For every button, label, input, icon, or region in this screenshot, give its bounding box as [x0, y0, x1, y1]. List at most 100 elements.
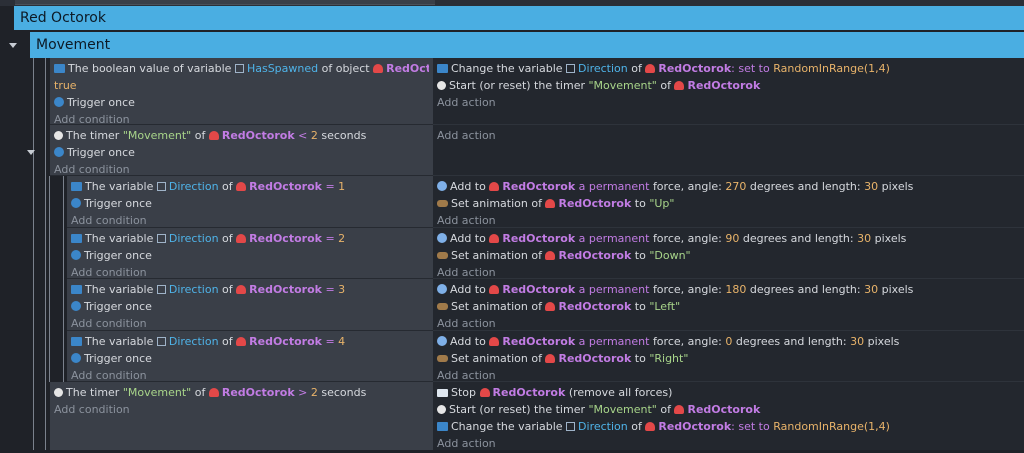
- action-row[interactable]: Stop RedOctorok (remove all forces): [437, 385, 1020, 402]
- actions-panel[interactable]: Add to RedOctorok a permanent force, ang…: [433, 228, 1024, 279]
- red-octorok-icon: [674, 405, 685, 414]
- variable-icon: [71, 234, 82, 243]
- actions-panel[interactable]: Change the variable Direction of RedOcto…: [433, 58, 1024, 125]
- variable-icon: [437, 64, 448, 73]
- subevents-chevron-icon[interactable]: [27, 150, 35, 155]
- condition-row[interactable]: The variable Direction of RedOctorok = 3: [71, 282, 429, 299]
- force-icon: [437, 233, 447, 243]
- tree-line: [45, 58, 46, 450]
- conditions-panel[interactable]: The timer "Movement" of RedOctorok < 2 s…: [50, 125, 433, 176]
- force-icon: [437, 181, 447, 191]
- tree-line: [63, 176, 64, 382]
- tree-line: [49, 176, 50, 382]
- trigger-once-icon: [71, 301, 81, 311]
- condition-row[interactable]: The timer "Movement" of RedOctorok < 2 s…: [54, 128, 429, 145]
- red-octorok-icon: [236, 337, 247, 346]
- group-title: Red Octorok: [20, 10, 106, 26]
- conditions-panel[interactable]: The timer "Movement" of RedOctorok > 2 s…: [50, 382, 433, 450]
- conditions-panel[interactable]: The variable Direction of RedOctorok = 1…: [67, 176, 433, 228]
- action-row[interactable]: Add to RedOctorok a permanent force, ang…: [437, 282, 1020, 299]
- condition-row[interactable]: Trigger once: [54, 95, 429, 112]
- force-icon: [437, 284, 447, 294]
- red-octorok-icon: [236, 285, 247, 294]
- red-octorok-icon: [479, 388, 490, 397]
- condition-row[interactable]: The variable Direction of RedOctorok = 4: [71, 334, 429, 351]
- red-octorok-icon: [645, 422, 656, 431]
- force-icon: [437, 336, 447, 346]
- condition-row[interactable]: Trigger once: [71, 196, 429, 213]
- condition-row[interactable]: The boolean value of variable HasSpawned…: [54, 61, 429, 78]
- add-action-link[interactable]: Add action: [437, 128, 1020, 145]
- variable-icon: [71, 337, 82, 346]
- red-octorok-icon: [236, 182, 247, 191]
- action-row[interactable]: Set animation of RedOctorok to "Left": [437, 299, 1020, 316]
- animation-icon: [437, 303, 448, 310]
- animation-icon: [437, 355, 448, 362]
- collapse-chevron-icon[interactable]: [9, 43, 17, 48]
- trigger-once-icon: [54, 97, 64, 107]
- red-octorok-icon: [645, 64, 656, 73]
- condition-row[interactable]: Trigger once: [71, 299, 429, 316]
- action-row[interactable]: Add to RedOctorok a permanent force, ang…: [437, 334, 1020, 351]
- variable-symbol-icon: [234, 64, 244, 73]
- trigger-once-icon: [71, 198, 81, 208]
- actions-panel[interactable]: Add to RedOctorok a permanent force, ang…: [433, 176, 1024, 228]
- add-condition-link[interactable]: Add condition: [54, 402, 429, 419]
- action-row[interactable]: Change the variable Direction of RedOcto…: [437, 61, 1020, 78]
- red-octorok-icon: [489, 182, 500, 191]
- trigger-once-icon: [71, 250, 81, 260]
- conditions-panel[interactable]: The variable Direction of RedOctorok = 4…: [67, 331, 433, 382]
- scroll-segment: [15, 0, 435, 5]
- condition-row-continued: true: [54, 79, 77, 92]
- variable-icon: [71, 285, 82, 294]
- actions-panel[interactable]: Add action: [433, 125, 1024, 176]
- group-header-red-octorok[interactable]: Red Octorok: [14, 6, 1024, 30]
- add-action-link[interactable]: Add action: [437, 95, 1020, 112]
- red-octorok-icon: [236, 234, 247, 243]
- actions-panel[interactable]: Stop RedOctorok (remove all forces) Star…: [433, 382, 1024, 450]
- action-row[interactable]: Start (or reset) the timer "Movement" of…: [437, 402, 1020, 419]
- action-row[interactable]: Add to RedOctorok a permanent force, ang…: [437, 231, 1020, 248]
- timer-icon: [54, 388, 63, 397]
- timer-icon: [437, 405, 446, 414]
- variable-symbol-icon: [156, 337, 166, 346]
- actions-panel[interactable]: Add to RedOctorok a permanent force, ang…: [433, 331, 1024, 382]
- subgroup-title: Movement: [36, 37, 111, 53]
- conditions-panel[interactable]: The boolean value of variable HasSpawned…: [50, 58, 433, 126]
- animation-icon: [437, 252, 448, 259]
- condition-row[interactable]: The timer "Movement" of RedOctorok > 2 s…: [54, 385, 429, 402]
- red-octorok-icon: [545, 251, 556, 260]
- variable-icon: [71, 182, 82, 191]
- action-row[interactable]: Change the variable Direction of RedOcto…: [437, 419, 1020, 436]
- condition-row[interactable]: The variable Direction of RedOctorok = 1: [71, 179, 429, 196]
- actions-panel[interactable]: Add to RedOctorok a permanent force, ang…: [433, 279, 1024, 331]
- action-row[interactable]: Start (or reset) the timer "Movement" of…: [437, 78, 1020, 95]
- action-row[interactable]: Add to RedOctorok a permanent force, ang…: [437, 179, 1020, 196]
- red-octorok-icon: [208, 388, 219, 397]
- red-octorok-icon: [674, 81, 685, 90]
- action-row[interactable]: Set animation of RedOctorok to "Right": [437, 351, 1020, 368]
- variable-icon: [54, 64, 65, 73]
- red-octorok-icon: [208, 131, 219, 140]
- red-octorok-icon: [489, 285, 500, 294]
- variable-symbol-icon: [566, 422, 576, 431]
- red-octorok-icon: [545, 302, 556, 311]
- condition-row[interactable]: Trigger once: [54, 145, 429, 162]
- stop-icon: [437, 389, 448, 397]
- condition-row[interactable]: Trigger once: [71, 248, 429, 265]
- trigger-once-icon: [71, 353, 81, 363]
- action-row[interactable]: Set animation of RedOctorok to "Up": [437, 196, 1020, 213]
- red-octorok-icon: [489, 337, 500, 346]
- condition-row[interactable]: Trigger once: [71, 351, 429, 368]
- action-row[interactable]: Set animation of RedOctorok to "Down": [437, 248, 1020, 265]
- variable-symbol-icon: [156, 182, 166, 191]
- red-octorok-icon: [373, 64, 384, 73]
- conditions-panel[interactable]: The variable Direction of RedOctorok = 2…: [67, 228, 433, 279]
- conditions-panel[interactable]: The variable Direction of RedOctorok = 3…: [67, 279, 433, 331]
- add-action-link[interactable]: Add action: [437, 436, 1020, 453]
- red-octorok-icon: [545, 199, 556, 208]
- condition-row[interactable]: The variable Direction of RedOctorok = 2: [71, 231, 429, 248]
- variable-symbol-icon: [156, 285, 166, 294]
- timer-icon: [437, 81, 446, 90]
- subgroup-header-movement[interactable]: Movement: [30, 32, 1024, 58]
